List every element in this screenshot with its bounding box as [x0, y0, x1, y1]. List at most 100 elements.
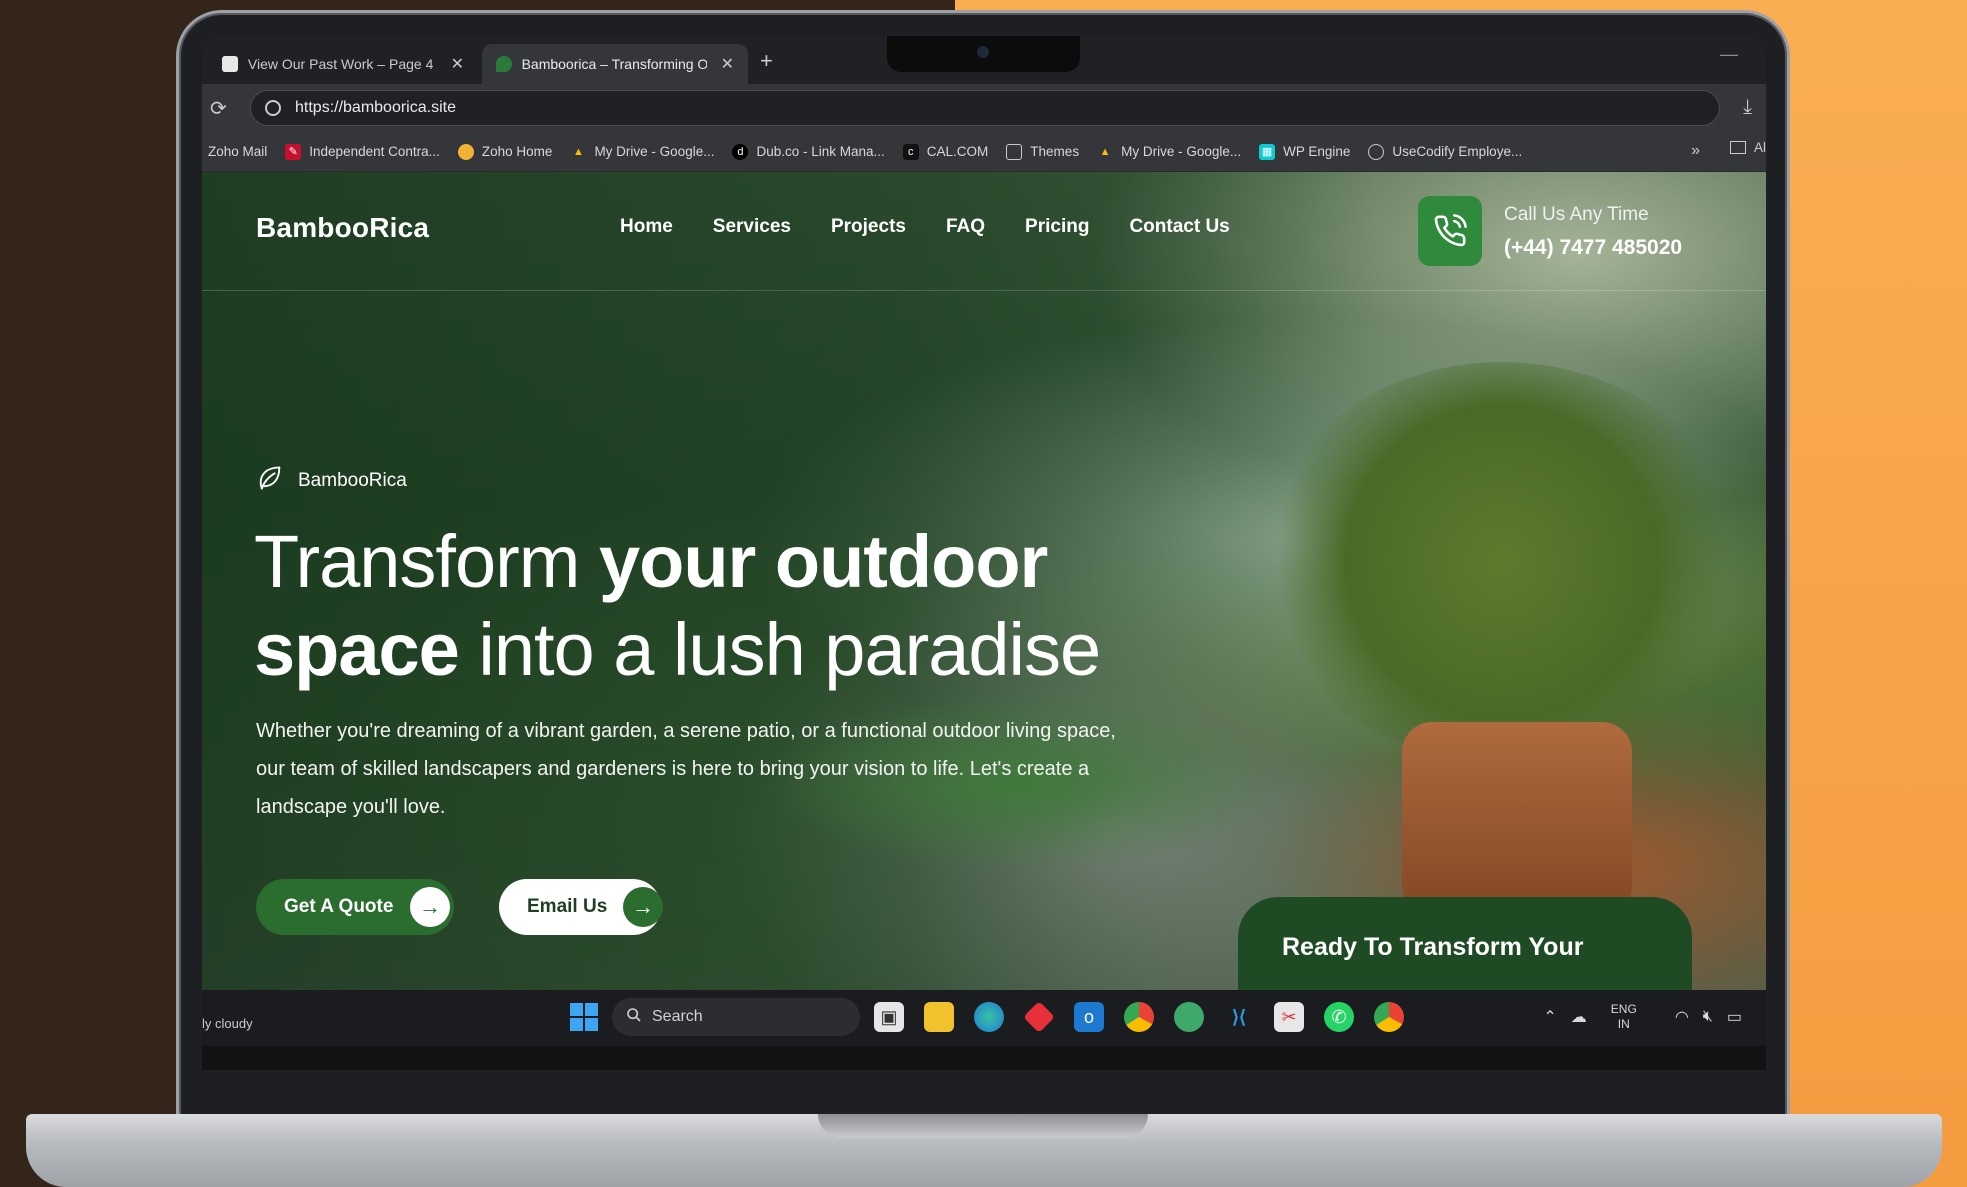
cloud-off-icon[interactable]: ☁ [1571, 1007, 1587, 1027]
google-drive-icon: ▲ [1099, 145, 1111, 158]
get-a-quote-button[interactable]: Get A Quote → [256, 879, 454, 935]
phone-icon[interactable] [1418, 196, 1482, 266]
bookmarks-bar: Zoho Mail ✎ Independent Contra... Zoho Ho… [202, 132, 1766, 172]
hero-description: Whether you're dreaming of a vibrant gar… [256, 720, 1116, 818]
new-tab-icon[interactable]: + [760, 48, 773, 74]
search-placeholder: Search [652, 1008, 703, 1025]
bookmark-usecodify[interactable]: UseCodify Employe... [1368, 143, 1523, 160]
leaf-favicon-icon [496, 56, 512, 72]
bookmark-label: My Drive - Google... [1121, 144, 1242, 159]
zoho-home-icon [457, 143, 474, 160]
site-info-icon[interactable] [265, 100, 281, 116]
folder-icon [1729, 141, 1746, 154]
file-explorer-icon[interactable] [924, 1002, 954, 1032]
bookmark-folder-partial[interactable]: Al [1729, 140, 1766, 155]
wp-engine-icon: ▦ [1259, 143, 1276, 160]
language-indicator[interactable]: ENG IN [1611, 1002, 1637, 1032]
nav-projects[interactable]: Projects [831, 216, 906, 238]
bookmarks-overflow-icon[interactable]: » [1691, 142, 1700, 160]
cta-card: Ready To Transform Your [1238, 897, 1692, 990]
laptop-hinge-notch [818, 1114, 1148, 1138]
hero-title-light-1: Transform [254, 520, 599, 603]
close-tab-icon[interactable]: ✕ [451, 54, 464, 74]
bookmark-label: Dub.co - Link Mana... [756, 144, 885, 159]
task-view-icon[interactable]: ▣ [874, 1002, 904, 1032]
chrome-alt-icon[interactable] [1374, 1002, 1404, 1032]
nav-home[interactable]: Home [620, 216, 673, 238]
download-icon[interactable]: ⤓ [1743, 96, 1752, 119]
weather-widget[interactable]: ly cloudy [202, 1016, 253, 1031]
tree-decoration [1262, 362, 1742, 762]
nav-contact-us[interactable]: Contact Us [1129, 216, 1229, 238]
nav-faq[interactable]: FAQ [946, 216, 985, 238]
leaf-icon [256, 464, 284, 498]
tab-bamboorica[interactable]: Bamboorica – Transforming Ou ✕ [482, 44, 748, 84]
screen: View Our Past Work – Page 4 – ✕ Bamboori… [202, 36, 1766, 1070]
bookmark-dub[interactable]: d Dub.co - Link Mana... [732, 143, 885, 160]
bookmark-label: Zoho Mail [208, 144, 268, 159]
bookmark-google-drive[interactable]: ▲ My Drive - Google... [570, 144, 714, 160]
button-label: Email Us [527, 896, 608, 917]
site-header: BambooRica Home Services Projects FAQ Pr… [202, 172, 1766, 291]
bookmark-themes-folder[interactable]: Themes [1006, 143, 1079, 160]
app-green-icon[interactable] [1174, 1002, 1204, 1032]
button-label: Get A Quote [284, 896, 394, 917]
tab-past-work[interactable]: View Our Past Work – Page 4 – ✕ [208, 44, 478, 84]
search-icon [626, 1007, 642, 1028]
outlook-icon[interactable]: o [1074, 1002, 1104, 1032]
bookmark-label: Independent Contra... [309, 144, 440, 159]
edge-icon[interactable] [974, 1002, 1004, 1032]
globe-icon [1368, 143, 1385, 160]
hero-title-bold-2: space [254, 608, 460, 691]
cta-title: Ready To Transform Your [1282, 933, 1584, 961]
nav-services[interactable]: Services [713, 216, 791, 238]
site-logo[interactable]: BambooRica [256, 212, 429, 244]
bookmark-label: UseCodify Employe... [1392, 144, 1523, 159]
hero-title: Transform your outdoor space into a lush… [254, 518, 1101, 694]
browser-toolbar: ⟳ https://bamboorica.site ⤓ [202, 84, 1766, 132]
bookmark-zoho-home[interactable]: Zoho Home [457, 143, 553, 160]
bookmark-wp-engine[interactable]: ▦ WP Engine [1259, 143, 1351, 160]
arrow-right-icon: → [623, 887, 663, 927]
bookmark-label: Zoho Home [481, 144, 553, 159]
close-tab-icon[interactable]: ✕ [721, 54, 734, 74]
taskbar-search[interactable]: Search [612, 998, 860, 1036]
minimize-icon[interactable]: — [1720, 44, 1738, 65]
chrome-icon[interactable] [1124, 1002, 1154, 1032]
vscode-icon[interactable]: ⟩⟨ [1224, 1002, 1254, 1032]
windows-taskbar: ly cloudy Search ▣ o ⟩⟨ ✂ ✆ ⌃ ☁ ENG IN ◠… [202, 990, 1766, 1046]
taskbar-apps: ▣ o ⟩⟨ ✂ ✆ [874, 1001, 1424, 1033]
email-us-button[interactable]: Email Us → [499, 879, 663, 935]
bookmark-google-drive-2[interactable]: ▲ My Drive - Google... [1097, 144, 1241, 160]
hero-title-bold-1: your outdoor [598, 520, 1048, 603]
volume-muted-icon[interactable]: 🔇︎ [1703, 1008, 1713, 1026]
lang-code: ENG [1610, 1002, 1637, 1016]
bookmark-independent-contractor[interactable]: ✎ Independent Contra... [285, 143, 440, 160]
windows-start-icon[interactable] [570, 1003, 598, 1031]
whatsapp-icon[interactable]: ✆ [1324, 1002, 1354, 1032]
chevron-up-icon[interactable]: ⌃ [1543, 1007, 1556, 1027]
app-red-icon[interactable] [1023, 1001, 1055, 1033]
lang-region: IN [1617, 1017, 1630, 1031]
system-tray: ⌃ ☁ ENG IN ◠ 🔇︎ ▭ [1529, 1002, 1742, 1032]
snip-icon[interactable]: ✂ [1274, 1002, 1304, 1032]
call-label: Call Us Any Time [1504, 204, 1649, 225]
page-favicon-icon [222, 56, 238, 72]
address-bar[interactable]: https://bamboorica.site [250, 90, 1720, 126]
camera-notch [887, 36, 1080, 72]
tab-title: View Our Past Work – Page 4 – [247, 56, 437, 72]
bookmark-label: WP Engine [1283, 144, 1351, 159]
bookmark-label: Al [1753, 140, 1766, 155]
bookmark-cal[interactable]: c CAL.COM [902, 143, 988, 160]
arrow-right-icon: → [410, 887, 450, 927]
folder-icon [1006, 143, 1023, 160]
reload-icon[interactable]: ⟳ [210, 96, 227, 121]
bookmark-zoho-mail[interactable]: Zoho Mail [208, 144, 267, 159]
cal-icon: c [902, 143, 919, 160]
google-drive-icon: ▲ [572, 145, 584, 158]
battery-icon[interactable]: ▭ [1727, 1007, 1742, 1027]
wifi-icon[interactable]: ◠ [1675, 1007, 1689, 1027]
nav-pricing[interactable]: Pricing [1025, 216, 1089, 238]
screen-bezel-bottom [202, 1046, 1766, 1070]
call-number[interactable]: (+44) 7477 485020 [1504, 236, 1682, 260]
